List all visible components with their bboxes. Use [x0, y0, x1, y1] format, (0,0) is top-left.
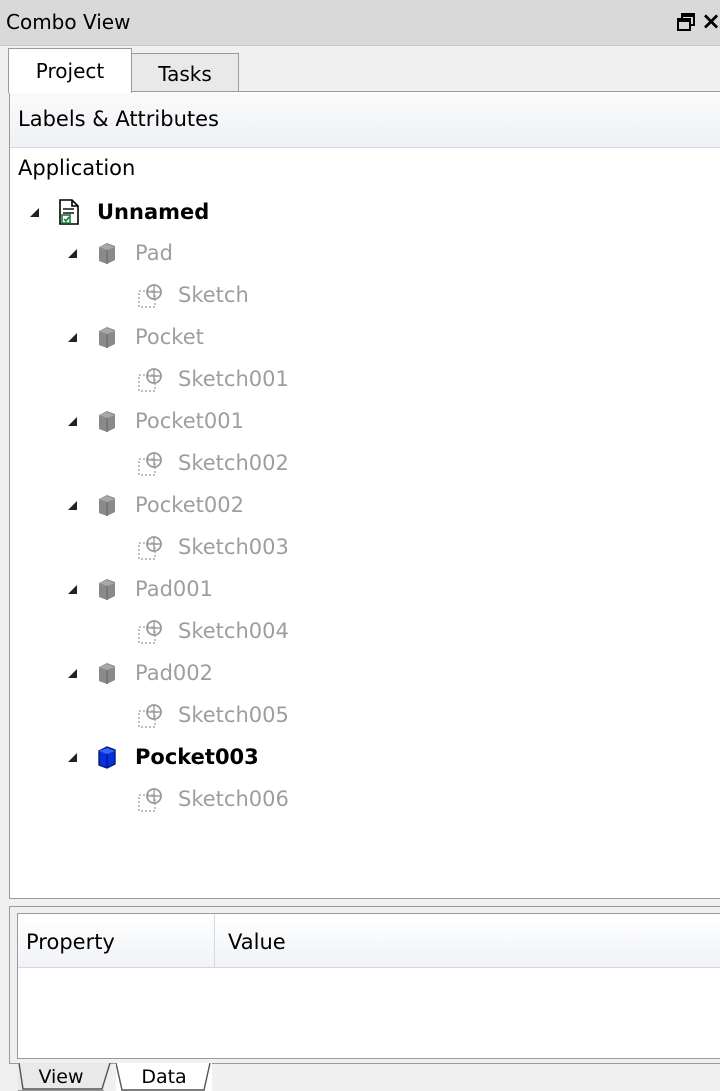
sketch-icon — [138, 450, 162, 476]
expand-arrow-icon[interactable] — [68, 416, 77, 426]
tree-header[interactable]: Labels & Attributes — [10, 92, 720, 148]
property-panel: Property Value — [9, 906, 720, 1064]
tree-item-label: Pad002 — [135, 661, 214, 685]
tab-view-label: View — [38, 1065, 84, 1088]
column-header-value[interactable]: Value — [228, 930, 286, 954]
tree-item-pocket002[interactable]: Pocket002 — [68, 485, 244, 525]
tree-item-label: Sketch003 — [178, 535, 289, 559]
tab-data-label: Data — [141, 1066, 187, 1088]
tree-item-label: Sketch001 — [178, 367, 289, 391]
column-header-property[interactable]: Property — [26, 930, 115, 954]
cube-gray-icon — [95, 324, 119, 350]
tree-item-label: Unnamed — [97, 200, 210, 224]
combo-view-titlebar: Combo View × — [0, 0, 720, 46]
cube-gray-icon — [95, 660, 119, 686]
tree-item-sketch001[interactable]: Sketch001 — [138, 359, 289, 399]
tree-header-label: Labels & Attributes — [18, 107, 219, 131]
tab-project[interactable]: Project — [8, 48, 132, 93]
tree-item-label: Pad — [135, 241, 173, 265]
tree-root-application[interactable]: Application — [18, 156, 135, 180]
tree-item-sketch006[interactable]: Sketch006 — [138, 779, 289, 819]
tree-view[interactable]: Labels & Attributes Application Unnamed … — [9, 91, 720, 899]
expand-arrow-icon[interactable] — [68, 584, 77, 594]
tab-data[interactable]: Data — [116, 1063, 212, 1091]
float-icon[interactable] — [676, 12, 696, 32]
tree-item-sketch003[interactable]: Sketch003 — [138, 527, 289, 567]
tree-item-label: Sketch006 — [178, 787, 289, 811]
tree-item-unnamed[interactable]: Unnamed — [30, 192, 209, 232]
tree-item-pocket003[interactable]: Pocket003 — [68, 737, 259, 777]
column-divider[interactable] — [214, 914, 215, 968]
tree-item-pad002[interactable]: Pad002 — [68, 653, 213, 693]
sketch-icon — [138, 366, 162, 392]
tab-tasks[interactable]: Tasks — [131, 53, 239, 93]
tree-item-label: Sketch005 — [178, 703, 289, 727]
expand-arrow-icon[interactable] — [68, 332, 77, 342]
tree-item-label: Pad001 — [135, 577, 214, 601]
sketch-icon — [138, 702, 162, 728]
tree-item-pad001[interactable]: Pad001 — [68, 569, 213, 609]
tree-item-label: Sketch002 — [178, 451, 289, 475]
expand-arrow-icon[interactable] — [68, 752, 77, 762]
tree-item-pad[interactable]: Pad — [68, 233, 173, 273]
cube-gray-icon — [95, 492, 119, 518]
cube-gray-icon — [95, 408, 119, 434]
cube-gray-icon — [95, 240, 119, 266]
expand-arrow-icon[interactable] — [30, 207, 39, 217]
tree-item-label: Pocket001 — [135, 409, 244, 433]
expand-arrow-icon[interactable] — [68, 248, 77, 258]
sketch-icon — [138, 534, 162, 560]
property-table[interactable]: Property Value — [17, 913, 720, 1059]
sketch-icon — [138, 618, 162, 644]
tree-item-label: Pocket003 — [135, 745, 259, 769]
document-icon — [57, 199, 81, 225]
tree-item-sketch004[interactable]: Sketch004 — [138, 611, 289, 651]
window-title: Combo View — [6, 10, 131, 34]
expand-arrow-icon[interactable] — [68, 500, 77, 510]
tree-item-sketch[interactable]: Sketch — [138, 275, 249, 315]
tree-item-label: Sketch004 — [178, 619, 289, 643]
tree-item-pocket[interactable]: Pocket — [68, 317, 204, 357]
sketch-icon — [138, 786, 162, 812]
close-icon[interactable]: × — [701, 6, 720, 36]
tree-item-sketch005[interactable]: Sketch005 — [138, 695, 289, 735]
tree-item-pocket001[interactable]: Pocket001 — [68, 401, 244, 441]
expand-arrow-icon[interactable] — [68, 668, 77, 678]
sketch-icon — [138, 282, 162, 308]
tree-item-label: Sketch — [178, 283, 249, 307]
tree-item-sketch002[interactable]: Sketch002 — [138, 443, 289, 483]
tree-item-label: Pocket002 — [135, 493, 244, 517]
tree-item-label: Pocket — [135, 325, 204, 349]
cube-gray-icon — [95, 576, 119, 602]
top-tab-bar: Project Tasks — [0, 46, 720, 93]
property-table-header: Property Value — [18, 914, 720, 968]
cube-blue-icon — [95, 744, 119, 770]
tab-view[interactable]: View — [18, 1063, 111, 1091]
